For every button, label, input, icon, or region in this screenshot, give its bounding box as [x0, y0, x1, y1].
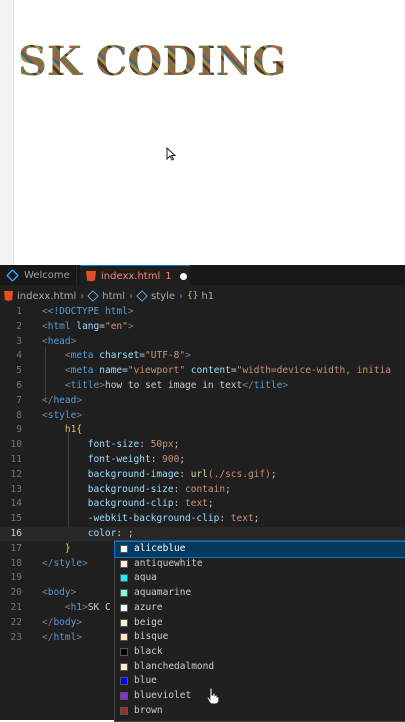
code-line: 7 </head> [16, 394, 83, 406]
suggestion-item[interactable]: brown [115, 704, 405, 719]
breadcrumb: indexx.html › html › style › {} h1 [0, 289, 405, 303]
mouse-hand-cursor-icon [206, 687, 220, 709]
css-selector-icon: {} [187, 291, 199, 301]
code-line: 1 <<!DOCTYPE html> [16, 306, 134, 317]
breadcrumb-h1[interactable]: h1 [201, 291, 214, 302]
element-icon [87, 290, 99, 302]
suggestion-item[interactable]: beige [115, 616, 405, 631]
suggestion-item[interactable]: blue [115, 674, 405, 689]
code-line: 8 <style> [16, 409, 83, 421]
browser-preview: SK CODING [0, 0, 405, 265]
suggestion-label: blueviolet [134, 690, 192, 701]
problem-count-badge: 1 [165, 270, 172, 282]
suggestion-item[interactable]: azure [115, 601, 405, 616]
suggestion-label: bisque [134, 631, 169, 643]
suggestion-item[interactable]: blanchedalmond [115, 660, 405, 675]
vscode-icon [6, 268, 19, 282]
tab-indexx-html[interactable]: indexx.html 1 [80, 265, 190, 286]
suggestion-label: brown [134, 704, 163, 716]
color-swatch-icon [120, 589, 128, 598]
suggestion-label: beige [134, 616, 163, 628]
chevron-right-icon: › [80, 290, 85, 302]
code-line-current: 16 color: ; [0, 527, 405, 541]
color-swatch-icon [120, 633, 128, 642]
code-line: 4 <meta charset="UTF-8"> [16, 350, 191, 362]
tab-bar: Welcome indexx.html 1 [0, 265, 405, 286]
breadcrumb-html[interactable]: html [102, 291, 125, 302]
suggestion-label: aqua [134, 572, 157, 584]
color-swatch-icon [120, 559, 128, 568]
code-line: 9 h1{ [16, 424, 83, 436]
suggest-widget[interactable]: aliceblue antiquewhite aqua aquamarine azure… [114, 540, 405, 722]
suggestion-label: antiquewhite [134, 557, 203, 569]
preview-heading: SK CODING [18, 38, 287, 85]
color-swatch-icon [120, 706, 128, 715]
suggestion-item[interactable]: blueviolet [115, 689, 405, 704]
suggestion-label: blanchedalmond [134, 660, 215, 672]
color-swatch-icon [120, 545, 128, 553]
code-line: 10 font-size: 50px; [10, 439, 180, 451]
code-line: 14 background-clip: text; [10, 498, 214, 510]
element-icon [136, 290, 148, 302]
suggestion-label: black [134, 645, 163, 657]
suggestion-label: blue [134, 675, 157, 687]
code-line: 6 <title>how to set image in text</title… [16, 380, 289, 391]
color-swatch-icon [120, 618, 128, 627]
color-swatch-icon [120, 603, 128, 612]
code-line: 15 -webkit-background-clip: text; [10, 513, 260, 525]
code-editor: Welcome indexx.html 1 indexx.html › html… [0, 265, 405, 722]
color-swatch-icon [120, 662, 128, 671]
mouse-cursor-icon [166, 146, 177, 165]
chevron-right-icon: › [179, 290, 183, 302]
code-line: 12 background-image: url(./scs.gif); [10, 468, 277, 480]
suggestion-label: aquamarine [134, 587, 192, 599]
suggestion-item[interactable]: aquamarine [115, 586, 405, 601]
suggestion-item[interactable]: bisque [115, 630, 405, 645]
code-line: 5 <meta name="viewport" content="width=d… [16, 365, 392, 377]
color-swatch-icon [120, 574, 128, 583]
suggestion-label: azure [134, 601, 163, 613]
code-line: 2 <html lang="en"> [16, 320, 134, 332]
code-line: 13 background-size: contain; [10, 483, 231, 495]
unsaved-dot-icon[interactable] [179, 272, 187, 280]
code-line: 11 font-weight: 900; [10, 454, 186, 465]
html5-icon [86, 270, 96, 282]
tab-indexx-label: indexx.html [101, 270, 161, 282]
tab-welcome[interactable]: Welcome [0, 265, 77, 285]
chevron-right-icon: › [129, 290, 134, 302]
code-line: 3 <head> [16, 335, 77, 347]
color-swatch-icon [120, 692, 128, 700]
breadcrumb-file[interactable]: indexx.html [17, 291, 76, 302]
suggestion-item[interactable]: black [115, 645, 405, 660]
suggestion-item[interactable]: antiquewhite [115, 557, 405, 572]
color-swatch-icon [120, 677, 128, 686]
suggestion-label: aliceblue [134, 543, 186, 554]
tab-welcome-label: Welcome [24, 269, 70, 281]
breadcrumb-style[interactable]: style [151, 291, 175, 302]
browser-side-strip [0, 0, 14, 265]
suggestion-item[interactable]: aliceblue [114, 541, 405, 558]
color-swatch-icon [120, 647, 128, 656]
html5-icon [4, 291, 13, 301]
suggestion-item[interactable]: aqua [115, 571, 405, 586]
